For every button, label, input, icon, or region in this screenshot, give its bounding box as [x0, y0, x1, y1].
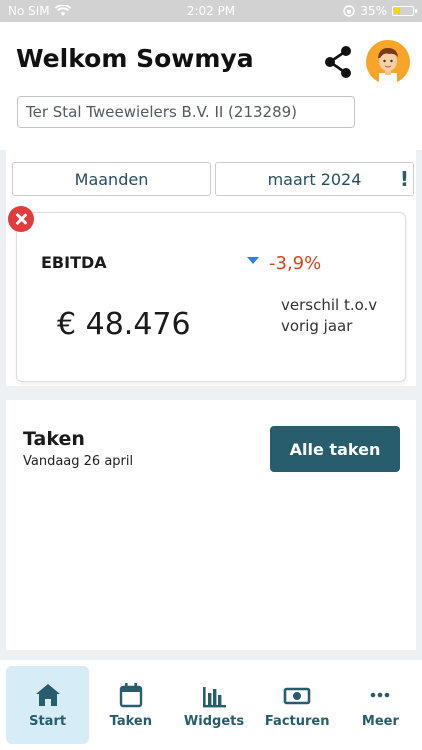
nav-item-start[interactable]: Start — [6, 666, 90, 744]
nav-item-meer[interactable]: Meer — [339, 666, 422, 744]
kpi-note: verschil t.o.v vorig jaar — [281, 296, 378, 335]
nav-item-facturen[interactable]: Facturen — [256, 666, 339, 744]
banknote-icon — [283, 687, 311, 705]
wifi-icon — [54, 5, 71, 16]
warning-icon[interactable]: ! — [400, 167, 409, 191]
period-value-label: maart 2024 — [267, 169, 362, 189]
dashboard-content: Maanden maart 2024 ! EBITDA -3,9% € 48.4… — [0, 150, 422, 660]
ebitda-widget[interactable]: EBITDA -3,9% € 48.476 verschil t.o.v vor… — [16, 212, 406, 382]
status-time: 2:02 PM — [186, 4, 236, 18]
nav-label-taken: Taken — [109, 714, 152, 729]
tasks-date: Vandaag 26 april — [23, 454, 134, 469]
kpi-label: EBITDA — [41, 253, 107, 272]
close-icon[interactable] — [8, 206, 34, 232]
nav-label-widgets: Widgets — [183, 714, 245, 729]
nav-label-facturen: Facturen — [264, 714, 330, 729]
home-icon — [35, 684, 60, 706]
arrow-down-icon — [247, 257, 259, 264]
all-tasks-button[interactable]: Alle taken — [270, 426, 400, 472]
kpi-change: -3,9% — [269, 253, 322, 274]
avatar[interactable] — [366, 40, 410, 84]
kpi-section: Maanden maart 2024 ! EBITDA -3,9% € 48.4… — [6, 150, 416, 386]
period-filters: Maanden maart 2024 ! — [12, 162, 414, 196]
nav-item-taken[interactable]: Taken — [89, 666, 172, 744]
bar-chart-icon — [203, 687, 226, 708]
battery-percentage: 35% — [360, 4, 387, 18]
page-title: Welkom Sowmya — [16, 44, 254, 73]
carrier-label: No SIM — [8, 4, 50, 18]
period-value-selector[interactable]: maart 2024 ! — [215, 162, 414, 196]
tasks-section: Taken Vandaag 26 april Alle taken — [6, 400, 416, 650]
calendar-icon — [119, 683, 142, 708]
nav-label-meer: Meer — [361, 714, 399, 729]
kpi-trend: -3,9% — [247, 253, 321, 274]
battery-icon — [392, 6, 417, 16]
orientation-lock-icon — [343, 5, 356, 17]
company-selector[interactable]: Ter Stal Tweewielers B.V. II (213289) — [17, 96, 355, 128]
bottom-navigation: Start Taken Widgets Facturen Meer — [0, 660, 422, 750]
nav-label-start: Start — [29, 714, 67, 729]
tasks-title: Taken — [23, 428, 85, 450]
nav-item-widgets[interactable]: Widgets — [172, 666, 255, 744]
share-icon[interactable] — [322, 44, 354, 80]
more-icon — [371, 692, 390, 698]
status-bar: No SIM 2:02 PM 35% — [0, 0, 422, 22]
period-type-selector[interactable]: Maanden — [12, 162, 211, 196]
kpi-value: € 48.476 — [57, 307, 191, 342]
header: Welkom Sowmya Ter Stal Tweewielers B.V. … — [0, 22, 422, 150]
